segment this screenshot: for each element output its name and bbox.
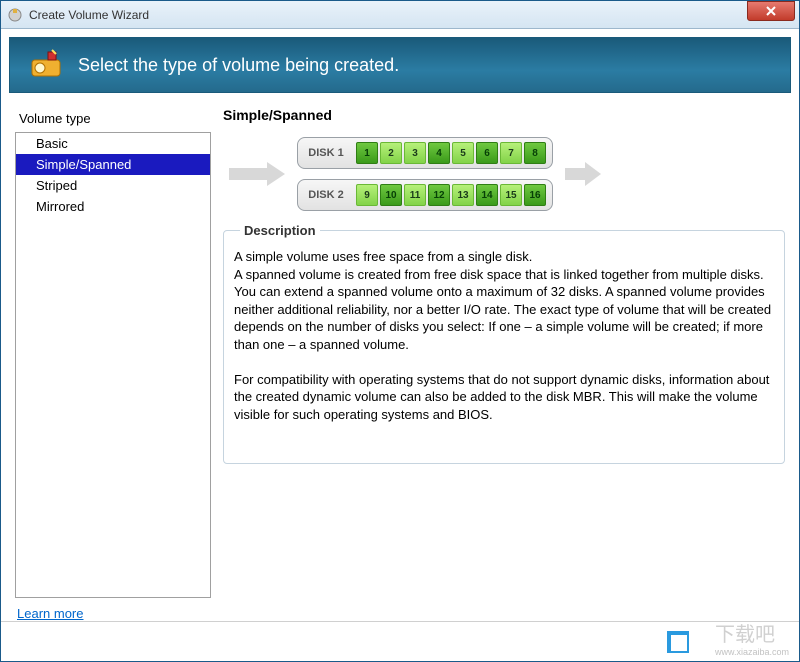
header-band: Select the type of volume being created. xyxy=(9,37,791,93)
sidebar: Volume type Basic Simple/Spanned Striped… xyxy=(15,107,211,598)
disk-block: 8 xyxy=(524,142,546,164)
arrow-left-icon xyxy=(227,162,287,186)
disk-2-blocks: 9 10 11 12 13 14 15 16 xyxy=(356,184,546,206)
disk-block: 6 xyxy=(476,142,498,164)
wizard-icon xyxy=(30,48,64,82)
disk-block: 7 xyxy=(500,142,522,164)
disk-block: 16 xyxy=(524,184,546,206)
disk-block: 15 xyxy=(500,184,522,206)
disk-block: 2 xyxy=(380,142,402,164)
disks-stack: DISK 1 1 2 3 4 5 6 7 8 DISK xyxy=(297,137,553,211)
wizard-window: Create Volume Wizard Select the type of … xyxy=(0,0,800,662)
app-icon xyxy=(7,7,23,23)
watermark-text: 下载吧 xyxy=(715,624,775,646)
disk-block: 12 xyxy=(428,184,450,206)
disk-diagram: DISK 1 1 2 3 4 5 6 7 8 DISK xyxy=(223,137,785,211)
description-text: A simple volume uses free space from a s… xyxy=(234,248,774,423)
disk-block: 5 xyxy=(452,142,474,164)
description-box: Description A simple volume uses free sp… xyxy=(223,223,785,464)
disk-block: 13 xyxy=(452,184,474,206)
disk-block: 4 xyxy=(428,142,450,164)
arrow-right-icon xyxy=(563,162,603,186)
disk-1-label: DISK 1 xyxy=(304,147,348,159)
learn-more-row: Learn more xyxy=(1,606,799,621)
disk-block: 10 xyxy=(380,184,402,206)
disk-block: 9 xyxy=(356,184,378,206)
window-title: Create Volume Wizard xyxy=(29,8,149,22)
close-icon xyxy=(765,6,777,16)
disk-block: 14 xyxy=(476,184,498,206)
disk-block: 3 xyxy=(404,142,426,164)
watermark-url: www.xiazaiba.com xyxy=(715,647,789,657)
list-item-mirrored[interactable]: Mirrored xyxy=(16,196,210,217)
list-item-basic[interactable]: Basic xyxy=(16,133,210,154)
disk-2: DISK 2 9 10 11 12 13 14 15 16 xyxy=(297,179,553,211)
sidebar-title: Volume type xyxy=(15,107,211,132)
main-panel: Simple/Spanned DISK 1 1 2 3 4 xyxy=(223,107,785,598)
description-legend: Description xyxy=(240,223,320,238)
close-button[interactable] xyxy=(747,1,795,21)
main-title: Simple/Spanned xyxy=(223,107,785,123)
disk-1: DISK 1 1 2 3 4 5 6 7 8 xyxy=(297,137,553,169)
volume-type-list[interactable]: Basic Simple/Spanned Striped Mirrored xyxy=(15,132,211,598)
watermark: 下载吧 www.xiazaiba.com xyxy=(715,618,789,657)
titlebar: Create Volume Wizard xyxy=(1,1,799,29)
disk-block: 11 xyxy=(404,184,426,206)
body: Volume type Basic Simple/Spanned Striped… xyxy=(1,93,799,606)
footer: 下载吧 www.xiazaiba.com xyxy=(1,621,799,661)
disk-block: 1 xyxy=(356,142,378,164)
resize-indicator-icon xyxy=(667,631,689,653)
list-item-striped[interactable]: Striped xyxy=(16,175,210,196)
disk-2-label: DISK 2 xyxy=(304,189,348,201)
header-title: Select the type of volume being created. xyxy=(78,55,399,76)
disk-1-blocks: 1 2 3 4 5 6 7 8 xyxy=(356,142,546,164)
list-item-simple-spanned[interactable]: Simple/Spanned xyxy=(16,154,210,175)
